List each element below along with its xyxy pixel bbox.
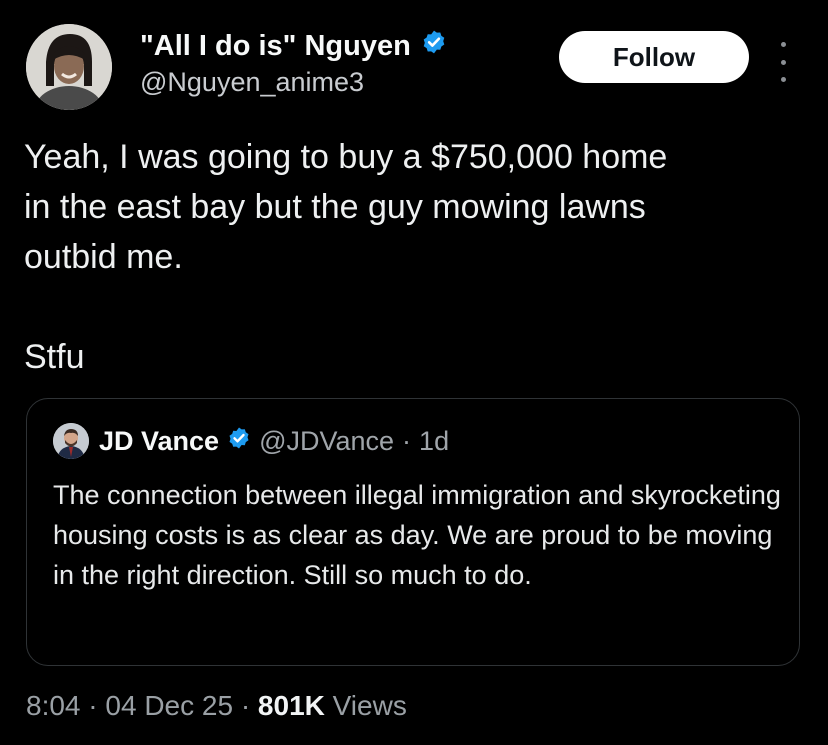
meta-separator: · — [88, 690, 98, 721]
author-handle[interactable]: @Nguyen_anime3 — [140, 66, 447, 98]
author-avatar[interactable] — [26, 24, 112, 110]
meta-separator: · — [240, 690, 251, 721]
author-display-name[interactable]: "All I do is" Nguyen — [140, 28, 411, 64]
more-options-icon[interactable] — [776, 42, 790, 82]
verified-badge-icon — [421, 28, 447, 64]
quoted-author-handle[interactable]: @JDVance — [259, 424, 394, 458]
tweet-header: "All I do is" Nguyen @Nguyen_anime3 Foll… — [24, 20, 804, 112]
follow-button[interactable]: Follow — [559, 31, 749, 83]
quoted-tweet-header: JD Vance @JDVance · 1d — [53, 423, 449, 459]
tweet-time[interactable]: 8:04 — [26, 690, 81, 721]
quoted-author-display-name[interactable]: JD Vance — [99, 424, 219, 458]
quoted-tweet-time[interactable]: 1d — [419, 424, 449, 458]
tweet-date[interactable]: 04 Dec 25 — [105, 690, 233, 721]
views-count[interactable]: 801K — [258, 690, 325, 721]
author-names: "All I do is" Nguyen @Nguyen_anime3 — [140, 28, 447, 98]
views-label: Views — [332, 690, 407, 721]
meta-separator: · — [402, 426, 412, 456]
tweet-text: Yeah, I was going to buy a $750,000 home… — [24, 138, 668, 376]
quoted-tweet[interactable]: JD Vance @JDVance · 1d The connection be… — [26, 398, 800, 666]
verified-badge-icon — [227, 424, 251, 458]
quoted-tweet-text: The connection between illegal immigrati… — [53, 480, 781, 590]
tweet-meta: 8:04 · 04 Dec 25 · 801K Views — [26, 688, 407, 724]
quoted-author-avatar[interactable] — [53, 423, 89, 459]
